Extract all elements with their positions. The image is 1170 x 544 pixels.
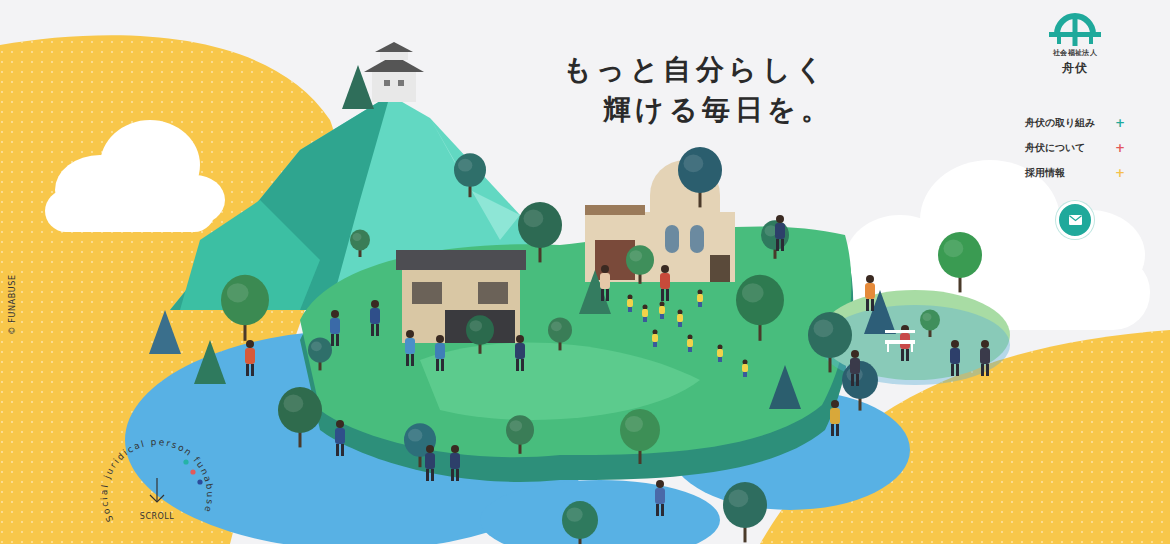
- scroll-dot: [183, 459, 188, 464]
- tree: [278, 387, 322, 448]
- tree: [454, 153, 486, 197]
- logo-name: 舟伏: [1062, 60, 1088, 77]
- person: [450, 445, 460, 481]
- side-menu: 社会福祉法人舟伏舟伏の取り組み+ 舟伏について+ 採用情報+: [1025, 0, 1170, 239]
- person: [515, 335, 525, 371]
- logo-kicker: 社会福祉法人: [1053, 48, 1097, 58]
- castle: [364, 42, 424, 102]
- nav-item[interactable]: 採用情報+: [1025, 165, 1125, 181]
- scroll-indicator[interactable]: Social juridical person funabuseSCROLL: [92, 428, 222, 544]
- person: [330, 310, 340, 346]
- person: [245, 340, 255, 376]
- tree: [466, 315, 494, 354]
- person: [435, 335, 445, 371]
- person: [950, 340, 960, 376]
- nav-item[interactable]: 舟伏の取り組み+: [1025, 115, 1125, 131]
- child: [677, 310, 683, 328]
- hero: © FUNABUSE もっと自分らしく輝ける毎日を。 社会福祉法人舟伏舟伏の取り組み…: [0, 0, 1170, 544]
- nav-item[interactable]: 舟伏について+: [1025, 140, 1125, 156]
- tree: [221, 275, 269, 341]
- child: [697, 290, 703, 308]
- tree: [548, 317, 572, 350]
- person: [980, 340, 990, 376]
- scroll-dot: [190, 469, 195, 474]
- plus-icon: +: [1115, 116, 1125, 130]
- child: [627, 295, 633, 313]
- mail-icon: [1069, 215, 1082, 225]
- headline: もっと自分らしく輝ける毎日を。: [563, 50, 833, 130]
- child: [642, 305, 648, 323]
- scroll-label: SCROLL: [92, 512, 222, 521]
- pine-tree: [194, 340, 226, 384]
- person: [600, 265, 610, 301]
- tree: [723, 482, 767, 543]
- person: [425, 445, 435, 481]
- tree: [308, 337, 332, 370]
- pine-tree: [579, 270, 611, 314]
- bench: [885, 330, 915, 352]
- person: [830, 400, 840, 436]
- person: [660, 265, 670, 301]
- person: [370, 300, 380, 336]
- tree: [562, 501, 598, 544]
- person: [405, 330, 415, 366]
- child: [742, 360, 748, 378]
- pine-tree: [769, 365, 801, 409]
- logo[interactable]: 社会福祉法人舟伏: [1049, 12, 1101, 77]
- tree: [920, 310, 940, 338]
- tree: [626, 245, 654, 283]
- scroll-ring: Social juridical person funabuse: [92, 428, 222, 544]
- tree: [736, 275, 784, 341]
- header-layer: もっと自分らしく輝ける毎日を。 社会福祉法人舟伏舟伏の取り組み+ 舟伏について+ 採用…: [0, 0, 1170, 544]
- ring-text: Social juridical person funabuse: [99, 437, 215, 524]
- person: [865, 275, 875, 311]
- tree: [518, 202, 562, 263]
- person: [335, 420, 345, 456]
- child: [652, 330, 658, 348]
- tree: [350, 230, 370, 258]
- cloud: [45, 120, 1150, 330]
- person: [775, 215, 785, 251]
- pine-tree: [149, 310, 181, 354]
- copyright: © FUNABUSE: [8, 274, 17, 334]
- mail-button[interactable]: [1056, 201, 1094, 239]
- plus-icon: +: [1115, 141, 1125, 155]
- logo-icon: [1049, 12, 1101, 46]
- child: [659, 302, 665, 320]
- house: [396, 250, 526, 343]
- nav: 舟伏の取り組み+ 舟伏について+ 採用情報+: [1025, 115, 1125, 181]
- tree: [938, 232, 982, 293]
- tree: [678, 147, 722, 208]
- headline-line: 輝ける毎日を。: [563, 90, 833, 130]
- headline-line: もっと自分らしく: [563, 50, 833, 90]
- tree: [506, 415, 534, 454]
- person: [655, 480, 665, 516]
- child: [687, 335, 693, 353]
- tree: [761, 220, 789, 258]
- plus-icon: +: [1115, 166, 1125, 180]
- child: [717, 345, 723, 363]
- pine-tree: [342, 65, 374, 109]
- arrow-down-icon: [150, 478, 164, 502]
- scroll-dot: [197, 479, 202, 484]
- tree: [808, 312, 852, 373]
- tree: [620, 409, 660, 464]
- person: [850, 350, 860, 386]
